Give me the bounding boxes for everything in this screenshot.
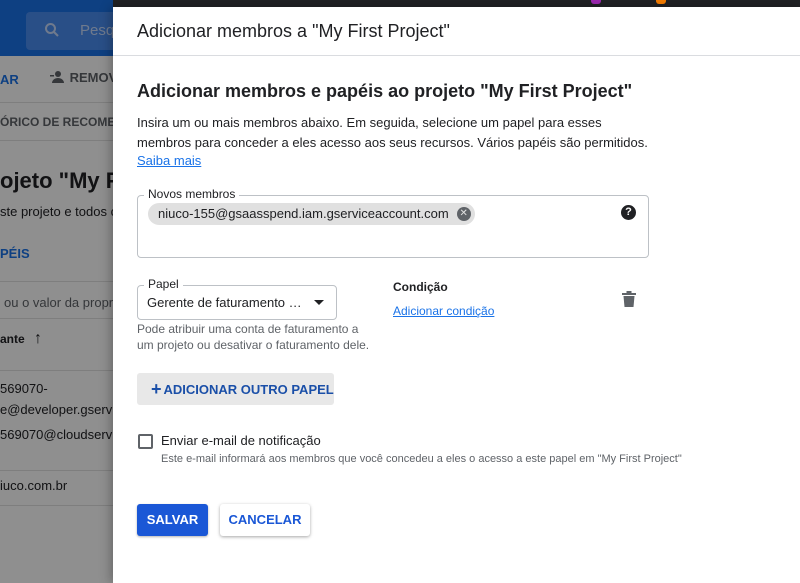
remove-chip-icon[interactable]: ✕ [456,207,471,221]
add-another-role-button[interactable]: + ADICIONAR OUTRO PAPEL [137,373,334,405]
new-members-field[interactable]: Novos membros niuco-155@gsaasspend.iam.g… [137,187,649,258]
member-chip[interactable]: niuco-155@gsaasspend.iam.gserviceaccount… [148,203,475,225]
browser-top-strip [113,0,800,7]
notification-label[interactable]: Enviar e-mail de notificação [161,433,321,448]
notification-hint: Este e-mail informará aos membros que vo… [161,453,682,465]
learn-more-link[interactable]: Saiba mais [137,153,201,168]
notification-checkbox[interactable] [138,434,153,449]
dropdown-arrow-icon [314,300,324,305]
add-members-panel: Adicionar membros a "My First Project" A… [113,7,800,583]
role-label: Papel [144,277,183,291]
extension-icon [591,0,601,4]
role-hint: Pode atribuir uma conta de faturamento a… [137,322,370,352]
description: Insira um ou mais membros abaixo. Em seg… [137,115,648,150]
panel-title: Adicionar membros a "My First Project" [137,21,450,41]
new-members-label: Novos membros [144,187,240,201]
extension-icon [656,0,666,4]
cancel-button[interactable]: CANCELAR [220,504,310,536]
panel-header: Adicionar membros a "My First Project" [113,7,800,56]
help-icon[interactable]: ? [621,205,636,220]
member-chip-label: niuco-155@gsaasspend.iam.gserviceaccount… [158,206,449,221]
role-select[interactable]: Papel Gerente de faturamento do projeto [137,277,337,320]
add-condition-link[interactable]: Adicionar condição [393,304,494,318]
add-another-role-label: ADICIONAR OUTRO PAPEL [163,382,334,397]
role-value: Gerente de faturamento do projeto [147,295,307,310]
condition-label: Condição [393,280,448,294]
delete-role-icon[interactable] [622,291,636,307]
plus-icon: + [151,379,162,399]
save-button[interactable]: SALVAR [137,504,208,536]
section-heading: Adicionar membros e papéis ao projeto "M… [137,81,633,101]
